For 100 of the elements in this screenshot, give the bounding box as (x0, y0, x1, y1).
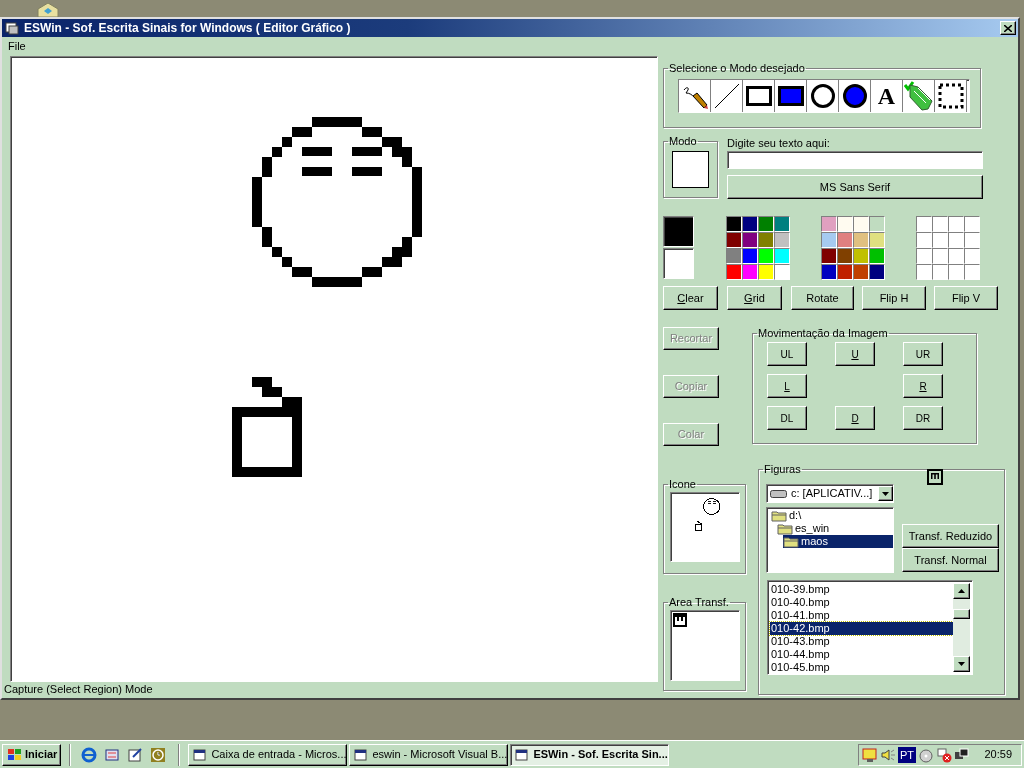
palette-swatch[interactable] (742, 264, 758, 280)
folder-item[interactable]: maos (783, 535, 893, 548)
palette-swatch[interactable] (932, 264, 948, 280)
start-button[interactable]: Iniciar (2, 743, 62, 766)
palette-swatch[interactable] (853, 264, 869, 280)
transfer-button[interactable]: Transf. Normal (902, 548, 999, 572)
palette-swatch[interactable] (932, 248, 948, 264)
palette-swatch[interactable] (916, 232, 932, 248)
palette-swatch[interactable] (742, 216, 758, 232)
palette-swatch[interactable] (758, 232, 774, 248)
palette-swatch[interactable] (774, 248, 790, 264)
bitmap-file-entry[interactable]: 010-45.bmp (770, 661, 953, 674)
palette-swatch[interactable] (869, 216, 885, 232)
tool-button[interactable] (711, 80, 743, 112)
palette-swatch[interactable] (758, 216, 774, 232)
palette-swatch[interactable] (774, 264, 790, 280)
tool-button[interactable] (679, 80, 711, 112)
palette-swatch[interactable] (774, 216, 790, 232)
palette-swatch[interactable] (821, 232, 837, 248)
palette-swatch[interactable] (774, 232, 790, 248)
monitor-icon[interactable] (862, 746, 878, 763)
palette-swatch[interactable] (837, 232, 853, 248)
font-button[interactable]: MS Sans Serif (727, 175, 983, 199)
clock-icon[interactable] (150, 746, 167, 763)
move-button[interactable]: DL (767, 406, 807, 430)
action-button[interactable]: Clear (663, 286, 718, 310)
move-button[interactable]: DR (903, 406, 943, 430)
palette-swatch[interactable] (948, 216, 964, 232)
move-button[interactable]: D (835, 406, 875, 430)
tool-button[interactable] (743, 80, 775, 112)
dropdown-button[interactable] (878, 486, 893, 501)
palette-swatch[interactable] (916, 264, 932, 280)
move-button[interactable]: L (767, 374, 807, 398)
bitmap-file-entry[interactable]: 010-41.bmp (770, 609, 953, 622)
tool-button[interactable]: A (871, 80, 903, 112)
tool-button[interactable] (807, 80, 839, 112)
palette-swatch[interactable] (948, 232, 964, 248)
tool-button[interactable] (903, 80, 935, 112)
drive-select[interactable]: c: [APLICATIV...] (766, 484, 894, 503)
action-button[interactable]: Flip V (934, 286, 998, 310)
palette-swatch[interactable] (916, 248, 932, 264)
move-button[interactable]: R (903, 374, 943, 398)
palette-swatch[interactable] (869, 248, 885, 264)
palette-swatch[interactable] (932, 232, 948, 248)
tool-button[interactable] (839, 80, 871, 112)
palette-swatch[interactable] (758, 248, 774, 264)
palette-swatch[interactable] (726, 216, 742, 232)
palette-swatch[interactable] (837, 264, 853, 280)
palette-swatch[interactable] (948, 248, 964, 264)
bitmap-file-entry[interactable]: 010-44.bmp (770, 648, 953, 661)
palette-swatch[interactable] (837, 216, 853, 232)
move-button[interactable]: U (835, 342, 875, 366)
disc-icon[interactable] (918, 746, 935, 763)
palette-swatch[interactable] (742, 248, 758, 264)
palette-swatch[interactable] (821, 248, 837, 264)
palette-swatch[interactable] (964, 216, 980, 232)
palette-swatch[interactable] (964, 264, 980, 280)
language-indicator[interactable]: PT (898, 746, 917, 763)
notepad-icon[interactable] (127, 746, 144, 763)
bitmap-file-entry[interactable]: 010-40.bmp (770, 596, 953, 609)
action-button[interactable]: Flip H (862, 286, 926, 310)
action-button[interactable]: Grid (727, 286, 782, 310)
palette-swatch[interactable] (916, 216, 932, 232)
desktop-sync-icon[interactable] (104, 746, 121, 763)
task-button[interactable]: ESWin - Sof. Escrita Sin... (510, 743, 670, 766)
tool-button[interactable] (935, 80, 967, 112)
folder-item[interactable]: d:\ (771, 509, 893, 522)
speaker-icon[interactable] (880, 746, 896, 763)
current-color-swatch[interactable] (663, 216, 694, 247)
palette-swatch[interactable] (853, 216, 869, 232)
palette-swatch[interactable] (964, 232, 980, 248)
menu-item[interactable]: File (8, 37, 26, 55)
palette-swatch[interactable] (821, 264, 837, 280)
palette-swatch[interactable] (758, 264, 774, 280)
palette-swatch[interactable] (869, 232, 885, 248)
palette-swatch[interactable] (821, 216, 837, 232)
palette-swatch[interactable] (932, 216, 948, 232)
palette-swatch[interactable] (964, 248, 980, 264)
browser-icon[interactable] (81, 746, 98, 763)
palette-swatch[interactable] (853, 232, 869, 248)
task-button[interactable]: eswin - Microsoft Visual B... (349, 743, 509, 766)
tool-button[interactable] (775, 80, 807, 112)
palette-swatch[interactable] (837, 248, 853, 264)
scroll-thumb[interactable] (953, 609, 970, 619)
close-button[interactable] (1000, 21, 1016, 35)
bitmap-file-entry[interactable]: 010-39.bmp (770, 583, 953, 596)
task-button[interactable]: Caixa de entrada - Micros... (188, 743, 348, 766)
text-input-field[interactable] (727, 151, 983, 169)
palette-swatch[interactable] (726, 248, 742, 264)
palette-swatch[interactable] (853, 248, 869, 264)
current-color-swatch[interactable] (663, 248, 694, 279)
palette-swatch[interactable] (726, 264, 742, 280)
palette-swatch[interactable] (869, 264, 885, 280)
palette-swatch[interactable] (742, 232, 758, 248)
action-button[interactable]: Rotate (791, 286, 854, 310)
bitmap-file-entry[interactable]: 010-43.bmp (770, 635, 953, 648)
folder-item[interactable]: es_win (777, 522, 893, 535)
palette-swatch[interactable] (726, 232, 742, 248)
scroll-down-button[interactable] (953, 656, 970, 672)
network-error-icon[interactable] (936, 746, 953, 763)
